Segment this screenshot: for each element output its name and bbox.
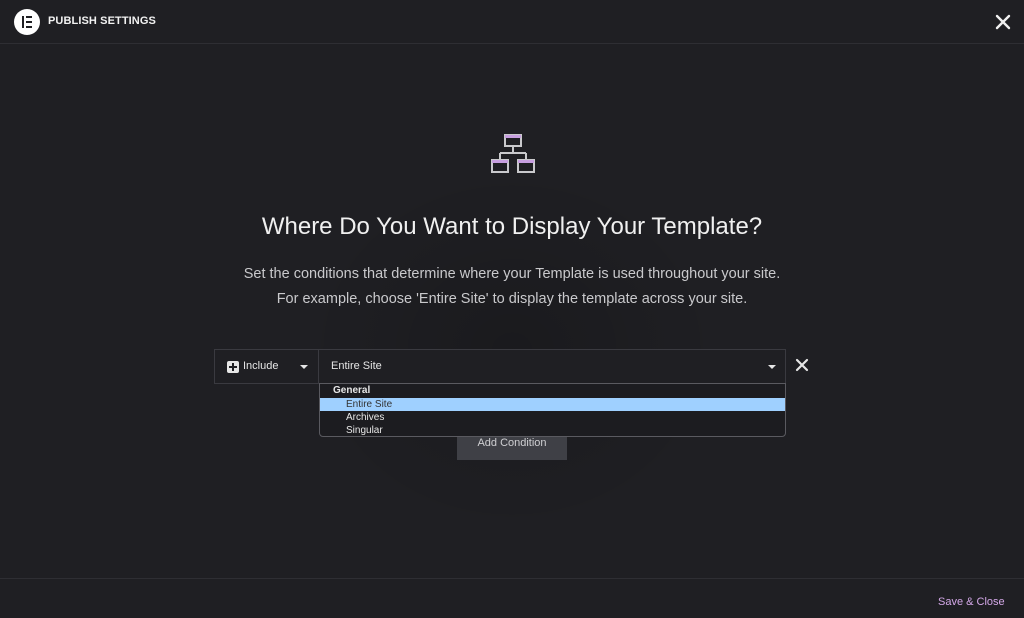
condition-type-select[interactable]: Include: [214, 349, 319, 384]
dropdown-option[interactable]: Entire Site: [320, 398, 785, 411]
dropdown-group-label: General: [333, 385, 371, 396]
dropdown-option[interactable]: Archives: [320, 411, 785, 424]
sitemap-icon: [491, 134, 535, 173]
plus-square-icon: [227, 361, 239, 373]
condition-target-select[interactable]: Entire Site: [318, 349, 786, 384]
condition-target-value: Entire Site: [331, 360, 382, 372]
save-close-button[interactable]: Save & Close: [938, 596, 1005, 608]
modal-title: PUBLISH SETTINGS: [48, 15, 156, 27]
chevron-down-icon: [300, 365, 308, 369]
dropdown-option[interactable]: Singular: [320, 424, 785, 437]
remove-condition-icon[interactable]: [794, 357, 810, 373]
condition-type-label: Include: [243, 360, 279, 372]
add-condition-label: Add Condition: [477, 437, 547, 449]
page-heading: Where Do You Want to Display Your Templa…: [261, 213, 763, 240]
close-icon[interactable]: [993, 12, 1013, 32]
page-description: Set the conditions that determine where …: [0, 262, 1024, 312]
description-line-1: Set the conditions that determine where …: [243, 266, 781, 282]
chevron-down-icon: [768, 365, 776, 369]
modal-footer: Save & Close: [0, 578, 1024, 618]
modal-header: PUBLISH SETTINGS: [0, 0, 1024, 44]
elementor-logo-icon: [14, 9, 40, 35]
description-line-2: For example, choose 'Entire Site' to dis…: [276, 291, 748, 307]
condition-dropdown-list[interactable]: General Entire Site Archives Singular: [319, 383, 786, 437]
